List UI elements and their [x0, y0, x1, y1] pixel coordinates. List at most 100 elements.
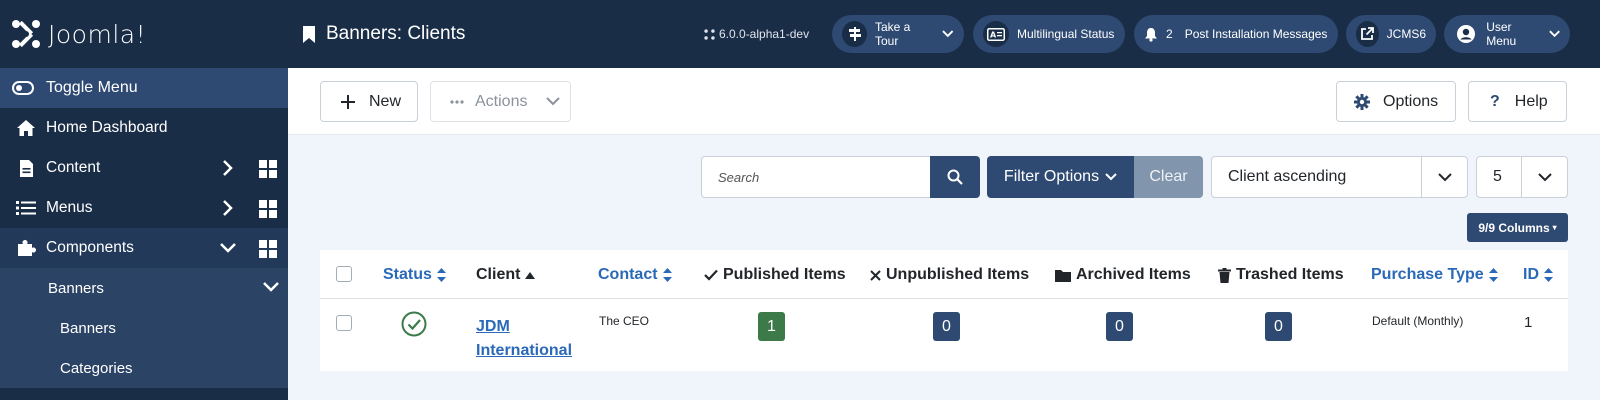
list-limit-select[interactable]: 5 [1476, 156, 1568, 198]
sort-icon [436, 268, 446, 282]
select-all-checkbox[interactable] [336, 266, 352, 282]
actions-dropdown[interactable]: Actions [430, 81, 571, 122]
new-button[interactable]: New [320, 81, 418, 122]
sidebar-item-label: Content [46, 159, 101, 176]
sidebar-item-content[interactable]: Content [0, 148, 288, 188]
column-header-label: Status [383, 266, 432, 283]
chevron-right-icon[interactable] [222, 159, 234, 177]
sidebar-item-components[interactable]: Components [0, 228, 288, 268]
joomla-logo[interactable]: Joomla! [0, 0, 288, 68]
column-header-unpublished-items: Unpublished Items [870, 266, 1029, 284]
toggle-icon [12, 81, 34, 95]
table-header: Status Client Contact Published Items Un… [320, 250, 1568, 299]
dashboard-grid-icon[interactable] [259, 200, 277, 218]
column-header-status[interactable]: Status [383, 266, 446, 284]
user-icon [1454, 21, 1478, 47]
times-icon [870, 269, 881, 281]
post-installation-messages-button[interactable]: 2 Post Installation Messages [1134, 15, 1338, 53]
search-placeholder: Search [718, 169, 760, 185]
dashboard-grid-icon[interactable] [259, 160, 277, 178]
toggle-menu-label: Toggle Menu [46, 79, 138, 96]
column-header-label: Published Items [723, 266, 846, 283]
sidebar: Joomla! Toggle Menu Home Dashboard Conte… [0, 0, 288, 400]
sidebar-item-label: Categories [60, 359, 133, 377]
take-a-tour-button[interactable]: Take a Tour [832, 15, 964, 53]
column-header-label: Unpublished Items [886, 266, 1030, 283]
sidebar-item-menus[interactable]: Menus [0, 188, 288, 228]
options-label: Options [1383, 92, 1439, 110]
sidebar-item-label: Banners [48, 279, 104, 297]
client-name-link[interactable]: JDM International [476, 315, 576, 363]
column-header-purchase-type[interactable]: Purchase Type [1371, 266, 1498, 284]
row-checkbox[interactable] [336, 315, 352, 331]
multilingual-status-button[interactable]: A Multilingual Status [973, 15, 1125, 53]
version-text: 6.0.0-alpha1-dev [719, 27, 810, 41]
joomla-small-icon [704, 28, 715, 40]
column-header-trashed-items: Trashed Items [1218, 266, 1344, 284]
joomla-logo-icon [12, 20, 40, 48]
published-status-icon[interactable] [401, 311, 427, 337]
version-label: 6.0.0-alpha1-dev [704, 27, 809, 41]
chevron-down-icon [546, 97, 561, 106]
column-header-label: Archived Items [1076, 266, 1191, 283]
sort-icon [662, 268, 672, 282]
sidebar-item-categories[interactable]: Categories [0, 348, 288, 388]
site-link-button[interactable]: JCMS6 [1346, 15, 1436, 53]
multilingual-status-label: Multilingual Status [1017, 27, 1115, 41]
home-icon [14, 119, 38, 137]
take-a-tour-label: Take a Tour [875, 20, 911, 48]
sort-ascending-icon [525, 271, 536, 279]
toolbar: New Actions Options ? Help [288, 68, 1600, 135]
sidebar-item-label: Home Dashboard [46, 119, 168, 136]
chevron-down-icon [1421, 157, 1467, 197]
plus-icon [341, 94, 355, 109]
column-header-contact[interactable]: Contact [598, 266, 672, 284]
trashed-items-badge[interactable]: 0 [1265, 312, 1292, 341]
chevron-down-icon[interactable] [219, 241, 237, 255]
page-title-text: Banners: Clients [326, 23, 466, 44]
puzzle-icon [14, 238, 38, 258]
columns-dropdown-button[interactable]: 9/9 Columns ▾ [1467, 213, 1568, 242]
column-header-id[interactable]: ID [1523, 266, 1553, 284]
bookmark-icon [303, 25, 315, 43]
list-limit-value: 5 [1493, 168, 1502, 185]
question-icon: ? [1490, 92, 1500, 110]
post-installation-count: 2 [1166, 27, 1173, 41]
search-icon [947, 169, 963, 185]
columns-label: 9/9 Columns [1478, 220, 1550, 235]
search-input[interactable]: Search [701, 156, 931, 198]
chevron-right-icon[interactable] [222, 199, 234, 217]
archived-items-badge[interactable]: 0 [1106, 312, 1133, 341]
unpublished-items-badge[interactable]: 0 [933, 312, 960, 341]
external-link-icon [1356, 21, 1379, 47]
language-icon: A [983, 21, 1009, 47]
user-menu-button[interactable]: User Menu [1444, 15, 1570, 53]
chevron-down-icon[interactable] [262, 280, 280, 294]
sidebar-item-home-dashboard[interactable]: Home Dashboard [0, 108, 288, 148]
clients-table: Status Client Contact Published Items Un… [320, 250, 1568, 371]
column-header-label: Client [476, 266, 521, 283]
id-cell: 1 [1524, 314, 1533, 331]
signpost-icon [842, 21, 867, 47]
search-button[interactable] [930, 156, 980, 198]
filter-options-button[interactable]: Filter Options [987, 156, 1134, 198]
published-items-badge[interactable]: 1 [758, 312, 785, 341]
trash-icon [1218, 267, 1231, 283]
column-header-client[interactable]: Client [476, 266, 536, 284]
clear-button[interactable]: Clear [1134, 156, 1203, 198]
toggle-menu-button[interactable]: Toggle Menu [0, 68, 288, 108]
chevron-down-icon [942, 30, 954, 38]
column-header-label: Contact [598, 266, 658, 283]
sidebar-item-banners[interactable]: Banners [0, 268, 288, 308]
sidebar-item-label: Banners [60, 319, 116, 337]
options-button[interactable]: Options [1336, 81, 1456, 122]
help-button[interactable]: ? Help [1468, 81, 1567, 122]
page-title: Banners: Clients [302, 23, 465, 45]
ellipsis-icon [450, 99, 464, 104]
contact-cell: The CEO [599, 314, 650, 328]
list-icon [14, 200, 38, 216]
sidebar-item-banners-list[interactable]: Banners [0, 308, 288, 348]
ordering-select[interactable]: Client ascending [1211, 156, 1468, 198]
check-icon [704, 269, 718, 281]
dashboard-grid-icon[interactable] [259, 240, 277, 258]
